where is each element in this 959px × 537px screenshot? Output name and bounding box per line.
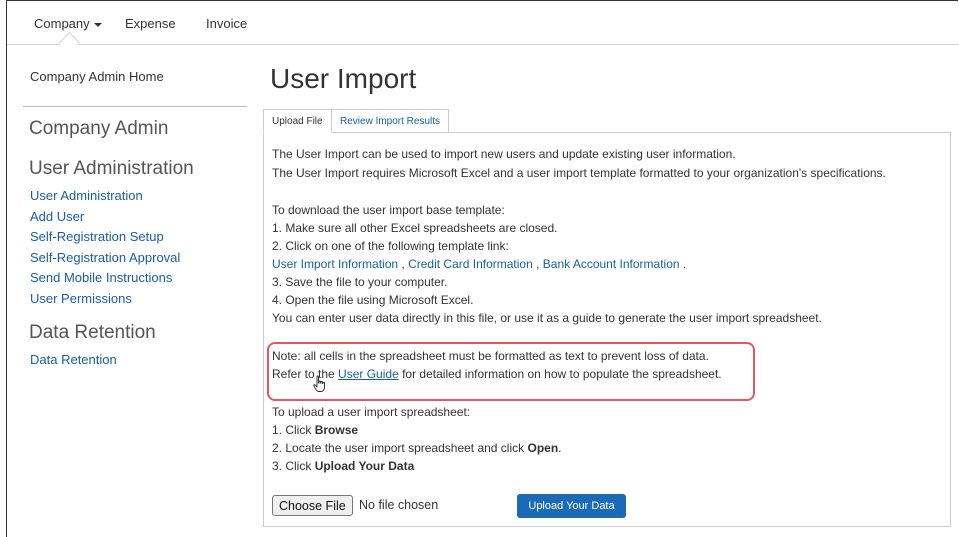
sidebar-heading-company-admin: Company Admin	[29, 118, 169, 139]
sidebar-item-self-registration-setup[interactable]: Self-Registration Setup	[30, 229, 164, 244]
sidebar-item-user-administration[interactable]: User Administration	[30, 188, 143, 203]
hand-cursor-icon	[313, 375, 325, 392]
sidebar-heading-user-administration: User Administration	[29, 158, 194, 179]
note-refer-prefix: Refer to the	[272, 367, 339, 381]
upload-step-1-prefix: 1. Click	[272, 423, 315, 437]
download-step-4: 4. Open the file using Microsoft Excel.	[272, 293, 474, 307]
intro-line-1: The User Import can be used to import ne…	[272, 147, 736, 161]
nav-company-menu[interactable]: Company	[34, 16, 102, 31]
bank-account-information-link[interactable]: Bank Account Information	[543, 257, 680, 271]
sidebar-item-add-user[interactable]: Add User	[30, 209, 84, 224]
page-title: User Import	[270, 63, 417, 94]
note-line-1: Note: all cells in the spreadsheet must …	[272, 349, 709, 363]
template-links-row: User Import Information , Credit Card In…	[272, 257, 686, 271]
upload-step-2: 2. Locate the user import spreadsheet an…	[272, 441, 562, 455]
note-line-2: Refer to the User Guide for detailed inf…	[272, 367, 722, 381]
nav-company-label: Company	[34, 16, 90, 31]
download-heading: To download the user import base templat…	[272, 203, 505, 217]
tab-upload-file[interactable]: Upload File	[263, 109, 332, 133]
sidebar-item-self-registration-approval[interactable]: Self-Registration Approval	[30, 250, 180, 265]
download-step-3: 3. Save the file to your computer.	[272, 275, 448, 289]
nav-invoice[interactable]: Invoice	[206, 16, 247, 31]
sidebar-home-link[interactable]: Company Admin Home	[30, 69, 164, 84]
active-nav-pointer	[58, 31, 81, 54]
upload-step-2-bold: Open	[527, 441, 559, 455]
download-step-2: 2. Click on one of the following templat…	[272, 239, 509, 253]
link-separator: ,	[532, 257, 543, 271]
note-refer-suffix: for detailed information on how to popul…	[398, 367, 722, 381]
user-guide-link[interactable]: User Guide	[338, 367, 399, 381]
app-frame: Company Expense Invoice Company Admin Ho…	[6, 0, 959, 537]
link-end: .	[679, 257, 687, 271]
intro-line-2: The User Import requires Microsoft Excel…	[272, 166, 886, 180]
link-separator: ,	[398, 257, 409, 271]
sidebar-heading-data-retention: Data Retention	[29, 322, 156, 343]
caret-down-icon	[93, 22, 102, 27]
sidebar-item-user-permissions[interactable]: User Permissions	[30, 291, 132, 306]
upload-step-3: 3. Click Upload Your Data	[272, 459, 414, 473]
upload-heading: To upload a user import spreadsheet:	[272, 405, 471, 419]
upload-step-3-bold: Upload Your Data	[314, 459, 415, 473]
credit-card-information-link[interactable]: Credit Card Information	[408, 257, 533, 271]
upload-step-3-prefix: 3. Click	[272, 459, 315, 473]
sidebar-item-data-retention[interactable]: Data Retention	[30, 352, 117, 367]
tab-review-import-results[interactable]: Review Import Results	[331, 109, 450, 133]
user-import-information-link[interactable]: User Import Information	[272, 257, 398, 271]
sidebar-item-send-mobile-instructions[interactable]: Send Mobile Instructions	[30, 270, 172, 285]
upload-step-1-bold: Browse	[314, 423, 359, 437]
nav-expense[interactable]: Expense	[125, 16, 176, 31]
upload-step-2-prefix: 2. Locate the user import spreadsheet an…	[272, 441, 528, 455]
top-navigation: Company Expense Invoice	[7, 1, 959, 54]
upload-your-data-button[interactable]: Upload Your Data	[517, 494, 626, 518]
file-status-text: No file chosen	[359, 498, 439, 512]
download-step-1: 1. Make sure all other Excel spreadsheet…	[272, 221, 558, 235]
upload-step-1: 1. Click Browse	[272, 423, 358, 437]
upload-step-2-suffix: .	[558, 441, 562, 455]
sidebar-divider	[23, 106, 247, 107]
download-tip: You can enter user data directly in this…	[272, 311, 822, 325]
choose-file-button[interactable]: Choose File	[272, 495, 353, 516]
